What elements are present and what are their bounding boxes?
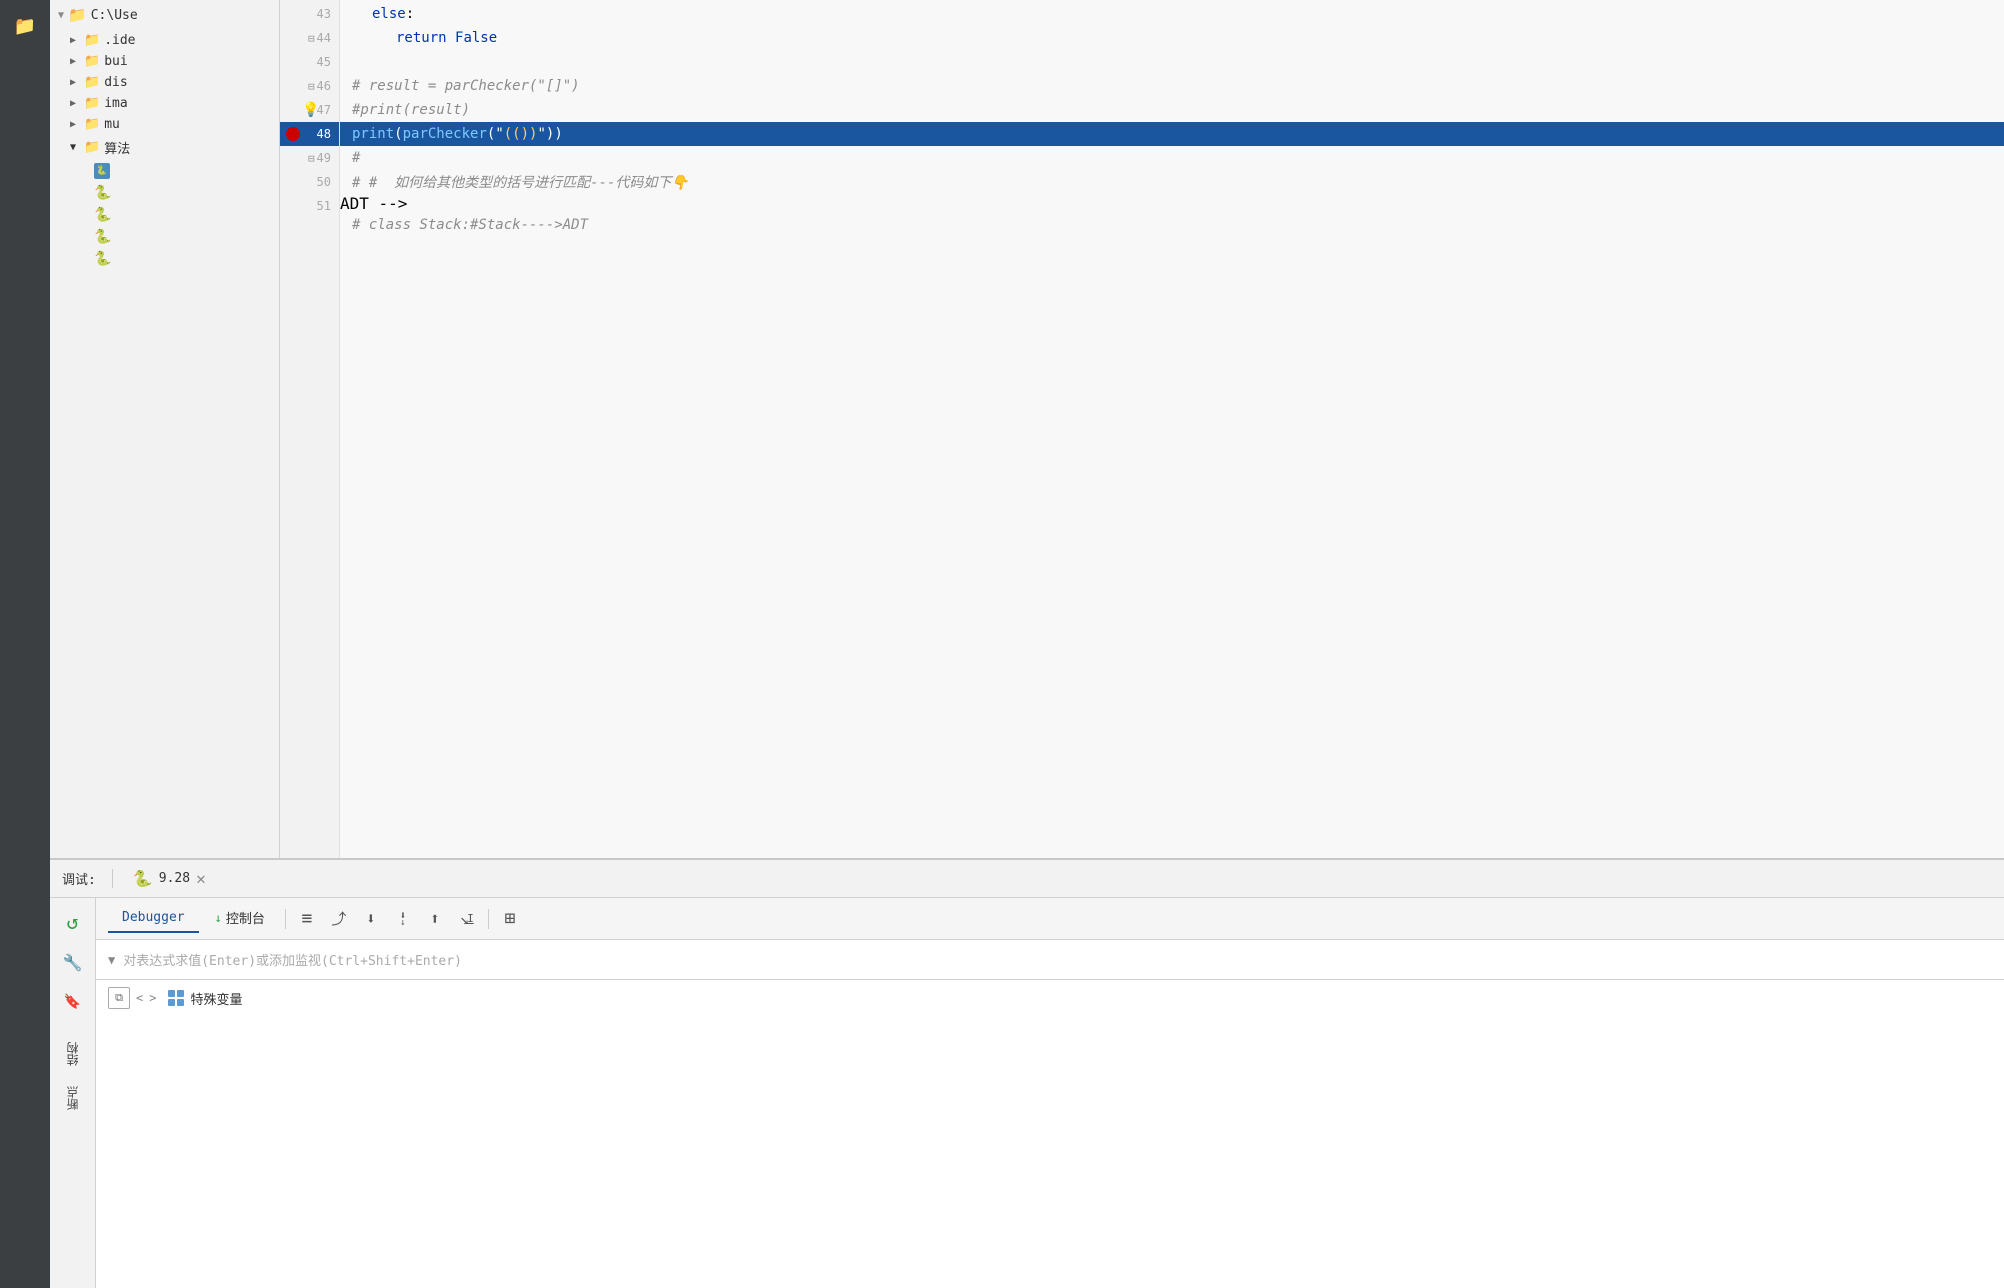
breakpoints-label[interactable]: 断点 bbox=[60, 1080, 85, 1116]
expression-expand[interactable]: ▼ bbox=[108, 953, 115, 967]
toolbar-btn-run-cursor[interactable]: ⬆ bbox=[421, 905, 449, 933]
breakpoint-48 bbox=[286, 127, 300, 141]
folder-dis-label: dis bbox=[104, 75, 127, 90]
sidebar-item-ima[interactable]: ▶ 📁 ima bbox=[50, 93, 279, 114]
toolbar-btn-grid[interactable]: ⊞ bbox=[496, 905, 524, 933]
code-line-49: # bbox=[340, 146, 2004, 170]
sidebar-item-suanfa[interactable]: ▼ 📁 算法 bbox=[50, 135, 279, 160]
code-line-50: # # 如何给其他类型的括号进行匹配---代码如下👇 bbox=[340, 170, 2004, 194]
toolbar-btn-stepinto[interactable]: ⬇ bbox=[357, 905, 385, 933]
side-actions-panel: ↺ 🔧 🔖 结构 断点 bbox=[50, 898, 96, 1288]
line-44: ⊟ 44 bbox=[280, 26, 339, 50]
folder-icon[interactable]: 📁 bbox=[7, 8, 43, 44]
line-45: 45 bbox=[280, 50, 339, 74]
line-47: 💡 47 bbox=[280, 98, 339, 122]
debug-toolbar-top: Debugger ↓ 控制台 ≡ ⤴ ⬇ bbox=[96, 898, 2004, 940]
code-line-47: #print(result) bbox=[340, 98, 2004, 122]
toolbar-btn-stepover[interactable]: ⤴ bbox=[325, 905, 353, 933]
toolbar-btn-stepout[interactable]: ⬇↓ bbox=[389, 905, 417, 933]
folder-bui-label: bui bbox=[104, 54, 127, 69]
debugger-tab-bar: 调试: 🐍 9.28 ✕ bbox=[50, 860, 2004, 898]
tab-console[interactable]: ↓ 控制台 bbox=[201, 902, 279, 935]
debugger-panel: 调试: 🐍 9.28 ✕ ↺ 🔧 🔖 结构 bbox=[50, 858, 2004, 1288]
code-line-51: # class Stack:#Stack---->ADT bbox=[340, 213, 2004, 237]
toolbar-btn-evaluate[interactable]: ↘I bbox=[453, 905, 481, 933]
folder-mu-label: mu bbox=[104, 117, 120, 132]
code-editor: 43 ⊟ 44 45 ⊟ bbox=[280, 0, 2004, 858]
toolbar-btn-menu[interactable]: ≡ bbox=[293, 905, 321, 933]
line-49: ⊟ 49 bbox=[280, 146, 339, 170]
toolbar-separator-2 bbox=[488, 909, 489, 929]
line-50: 50 bbox=[280, 170, 339, 194]
folder-ima-label: ima bbox=[104, 96, 127, 111]
line-48: 48 bbox=[280, 122, 339, 146]
line-numbers: 43 ⊟ 44 45 ⊟ bbox=[280, 0, 340, 858]
leftmost-activity-bar: 📁 bbox=[0, 0, 50, 1288]
debug-filename-tab[interactable]: 🐍 9.28 ✕ bbox=[133, 869, 206, 888]
sidebar-root[interactable]: ▼ 📁 C:\Use bbox=[50, 0, 279, 30]
sidebar-item-mu[interactable]: ▶ 📁 mu bbox=[50, 114, 279, 135]
line-51: 51 bbox=[280, 194, 339, 218]
debugger-label: 调试: bbox=[62, 869, 113, 888]
sidebar-file-2[interactable]: 🐍 bbox=[50, 182, 279, 204]
nav-right[interactable]: > bbox=[149, 991, 156, 1005]
code-line-46: # result = parChecker("[]") bbox=[340, 74, 2004, 98]
sidebar-file-3[interactable]: 🐍 bbox=[50, 204, 279, 226]
root-folder-label: C:\Use bbox=[91, 8, 138, 23]
variables-row-special[interactable]: ⧉ < > 特殊变量 bbox=[96, 984, 2004, 1012]
code-line-45 bbox=[340, 50, 2004, 74]
restart-button[interactable]: ↺ bbox=[57, 906, 89, 938]
nav-left[interactable]: < bbox=[136, 991, 143, 1005]
sidebar-file-1[interactable]: 🐍 bbox=[50, 160, 279, 182]
code-lines-container: else: return False # r bbox=[340, 0, 2004, 858]
line-43: 43 bbox=[280, 2, 339, 26]
expression-bar: ▼ 对表达式求值(Enter)或添加监视(Ctrl+Shift+Enter) bbox=[96, 940, 2004, 980]
file-tree-sidebar: ▼ 📁 C:\Use ▶ 📁 .ide ▶ 📁 bui bbox=[50, 0, 280, 858]
bookmark-button[interactable]: 🔖 bbox=[57, 986, 89, 1018]
folder-suanfa-label: 算法 bbox=[104, 138, 130, 157]
tab-debugger[interactable]: Debugger bbox=[108, 904, 199, 933]
expression-input[interactable]: 对表达式求值(Enter)或添加监视(Ctrl+Shift+Enter) bbox=[123, 950, 1992, 969]
code-line-48: print(parChecker("(())")) bbox=[340, 122, 2004, 146]
folder-ide-label: .ide bbox=[104, 33, 135, 48]
var-grid-icon bbox=[168, 990, 184, 1006]
sidebar-item-dis[interactable]: ▶ 📁 dis bbox=[50, 72, 279, 93]
variables-panel: ⧉ < > 特殊变量 bbox=[96, 980, 2004, 1288]
debug-tab-close[interactable]: ✕ bbox=[196, 869, 206, 888]
settings-button[interactable]: 🔧 bbox=[57, 946, 89, 978]
toolbar-separator-1 bbox=[285, 909, 286, 929]
sidebar-item-ide[interactable]: ▶ 📁 .ide bbox=[50, 30, 279, 51]
sidebar-file-5[interactable]: 🐍 bbox=[50, 248, 279, 270]
debug-file-name: 9.28 bbox=[159, 871, 190, 886]
code-line-44: return False bbox=[340, 26, 2004, 50]
sidebar-file-4[interactable]: 🐍 bbox=[50, 226, 279, 248]
code-line-43: else: bbox=[340, 2, 2004, 26]
debugger-body: ↺ 🔧 🔖 结构 断点 Debugger bbox=[50, 898, 2004, 1288]
special-vars-label: 特殊变量 bbox=[190, 989, 242, 1008]
sidebar-item-bui[interactable]: ▶ 📁 bui bbox=[50, 51, 279, 72]
structure-label[interactable]: 结构 bbox=[60, 1036, 85, 1072]
line-46: ⊟ 46 bbox=[280, 74, 339, 98]
copy-icon: ⧉ bbox=[108, 987, 130, 1009]
debug-main-content: Debugger ↓ 控制台 ≡ ⤴ ⬇ bbox=[96, 898, 2004, 1288]
